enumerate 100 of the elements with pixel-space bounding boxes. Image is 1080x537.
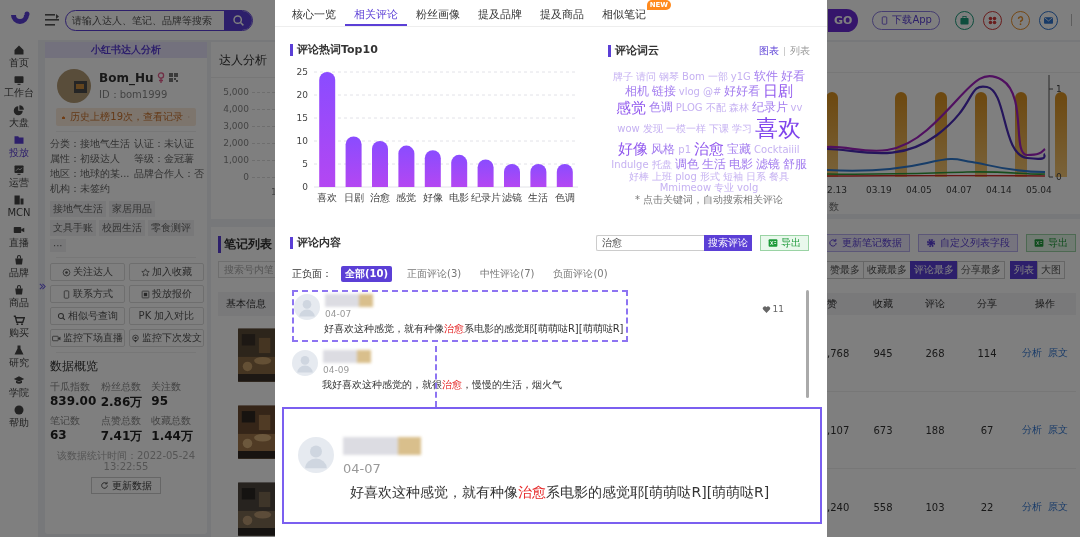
sort-tab[interactable]: 分享最多 <box>957 261 1005 279</box>
cloud-word[interactable]: 宝藏 <box>727 143 752 157</box>
go-badge[interactable]: GO <box>828 8 859 32</box>
action-button[interactable]: 投放报价 <box>129 285 204 303</box>
cloud-word[interactable]: Mmimeow <box>659 182 712 194</box>
cloud-word[interactable]: 请问 <box>636 71 657 83</box>
cloud-word[interactable]: wow <box>617 123 640 135</box>
cloud-word[interactable]: p1 <box>678 144 692 156</box>
sort-tab[interactable]: 收藏最多 <box>863 261 911 279</box>
cloud-word[interactable]: 短袖 <box>722 171 743 183</box>
view-tab[interactable]: 大图 <box>1037 261 1065 279</box>
cloud-word[interactable]: volg <box>737 182 759 194</box>
cloud-word[interactable]: vv <box>790 102 803 114</box>
cloud-word[interactable]: 喜欢 <box>754 116 801 142</box>
export-button[interactable]: 导出 <box>1026 234 1076 252</box>
scrollbar[interactable] <box>806 290 809 399</box>
cloud-word[interactable]: 托盘 <box>651 159 672 171</box>
action-button[interactable]: 监控下次发文 <box>129 329 204 347</box>
cloud-word[interactable]: 钢琴 <box>659 71 680 83</box>
link[interactable]: 原文 <box>1047 423 1068 437</box>
tab[interactable]: 提及商品 <box>531 0 593 26</box>
cloud-word[interactable]: 形式 <box>699 171 720 183</box>
tag[interactable]: ··· <box>50 239 66 252</box>
nav-item[interactable]: 大盘 <box>9 104 29 128</box>
filter-tab[interactable]: 正面评论(3) <box>403 266 466 283</box>
cloud-word[interactable]: 好好看 <box>724 84 761 99</box>
cloud-word[interactable]: 发现 <box>642 123 663 135</box>
cloud-word[interactable]: 不配 <box>705 102 726 114</box>
cloud-word[interactable]: 好棒 <box>629 171 650 183</box>
nav-item[interactable]: 投放 <box>9 134 29 158</box>
cloud-word[interactable]: vlog <box>678 85 700 97</box>
cloud-word[interactable]: 治愈 <box>694 141 725 158</box>
cloud-word[interactable]: Bom <box>682 71 705 83</box>
link[interactable]: 原文 <box>1047 500 1068 514</box>
custom-fields-button[interactable]: 自定义列表字段 <box>918 234 1018 252</box>
cloud-word[interactable]: 滤镜 <box>755 158 780 172</box>
download-app-button[interactable]: 下载App <box>872 10 940 30</box>
view-tab[interactable]: 列表 <box>1010 261 1038 279</box>
cloud-word[interactable]: 专业 <box>714 182 735 194</box>
cloud-word[interactable]: 调色 <box>674 158 699 172</box>
action-button[interactable]: 相似号查询 <box>50 307 125 325</box>
nav-item[interactable]: 帮助 <box>9 404 29 428</box>
nav-item[interactable]: 商品 <box>9 284 29 308</box>
filter-tab[interactable]: 中性评论(7) <box>476 266 539 283</box>
cloud-word[interactable]: 风格 <box>651 143 676 157</box>
nav-item[interactable]: 直播 <box>9 224 29 248</box>
cloud-word[interactable]: 牌子 <box>613 71 634 83</box>
export-button[interactable]: 导出 <box>760 235 809 252</box>
search-button[interactable] <box>224 10 252 30</box>
action-button[interactable]: 加入收藏 <box>129 263 204 281</box>
nav-item[interactable]: 研究 <box>9 344 29 368</box>
view-toggle[interactable]: 图表 <box>759 44 779 58</box>
cloud-word[interactable]: 学习 <box>731 123 752 135</box>
tag[interactable]: 接地气生活 <box>50 201 106 217</box>
refresh-button[interactable]: 更新数据 <box>91 477 161 494</box>
grid-button[interactable] <box>982 10 1002 30</box>
action-button[interactable]: 关注达人 <box>50 263 125 281</box>
action-button[interactable]: 联系方式 <box>50 285 125 303</box>
tag[interactable]: 校园生活 <box>99 220 145 236</box>
filter-tab[interactable]: 全部(10) <box>341 266 393 283</box>
link[interactable]: 分析 <box>1021 346 1042 360</box>
tab[interactable]: 粉丝画像 <box>407 0 469 26</box>
history-banner[interactable]: 历史上榜19次，查看记录 <box>56 108 196 126</box>
nav-item[interactable]: MCN <box>7 194 31 218</box>
cloud-word[interactable]: 上班 <box>652 171 673 183</box>
tab[interactable]: 核心一览 <box>283 0 345 26</box>
tab[interactable]: 相关评论 <box>345 0 407 26</box>
search-field[interactable]: 治愈 <box>596 235 704 252</box>
cloud-word[interactable]: 日剧 <box>763 83 794 100</box>
nav-item[interactable]: 工作台 <box>4 74 34 98</box>
briefcase-button[interactable] <box>954 10 974 30</box>
nav-item[interactable]: 学院 <box>9 374 29 398</box>
sort-tab[interactable]: 赞最多 <box>826 261 864 279</box>
cloud-word[interactable]: 生活 <box>701 158 726 172</box>
view-toggle[interactable]: 列表 <box>790 44 810 58</box>
cloud-word[interactable]: 舒服 <box>782 158 807 172</box>
cloud-word[interactable]: 森林 <box>728 102 749 114</box>
sort-tab[interactable]: 评论最多 <box>910 261 958 279</box>
nav-item[interactable]: 运营 <box>9 164 29 188</box>
action-button[interactable]: 监控下场直播 <box>50 329 125 347</box>
link[interactable]: 分析 <box>1021 423 1042 437</box>
cloud-word[interactable]: 纪录片 <box>751 101 788 115</box>
action-button[interactable]: PK 加入对比 <box>129 307 204 325</box>
cloud-word[interactable]: 链接 <box>651 84 676 99</box>
cloud-word[interactable]: 感觉 <box>615 99 646 117</box>
cloud-word[interactable]: Cocktaiiil <box>754 144 800 156</box>
nav-item[interactable]: 品牌 <box>9 254 29 278</box>
cloud-word[interactable]: 软件 <box>753 70 778 84</box>
cloud-word[interactable]: 好像 <box>618 141 649 158</box>
cloud-word[interactable]: 好看 <box>780 70 805 84</box>
cloud-word[interactable]: 相机 <box>624 84 649 99</box>
search-button[interactable]: 搜索评论 <box>704 235 752 252</box>
cloud-word[interactable]: @# <box>702 85 722 97</box>
tag[interactable]: 零食测评 <box>148 220 194 236</box>
link[interactable]: 原文 <box>1047 346 1068 360</box>
cloud-word[interactable]: 电影 <box>728 158 753 172</box>
nav-item[interactable]: 首页 <box>9 44 29 68</box>
mail-button[interactable] <box>1038 10 1058 30</box>
cloud-word[interactable]: 日系 <box>745 171 766 183</box>
cloud-word[interactable]: Indulge <box>611 159 649 171</box>
